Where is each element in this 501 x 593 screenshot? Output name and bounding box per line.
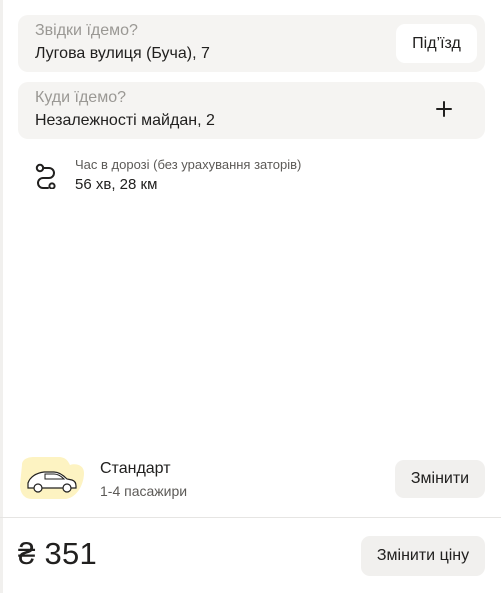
from-address-field[interactable]: Звідки їдемо? Лугова вулиця (Буча), 7 Пі…: [18, 15, 485, 72]
tariff-name: Стандарт: [100, 460, 171, 477]
route-duration-distance: 56 хв, 28 км: [75, 176, 158, 193]
tariff-passengers: 1-4 пасажири: [100, 483, 188, 499]
plus-icon: [436, 101, 452, 117]
tariff-row[interactable]: Стандарт 1-4 пасажири Змінити: [18, 455, 485, 503]
divider: [0, 517, 501, 518]
from-address-value[interactable]: Лугова вулиця (Буча), 7: [35, 45, 210, 63]
entrance-button[interactable]: Під’їзд: [396, 24, 477, 63]
change-price-button[interactable]: Змінити ціну: [361, 536, 485, 576]
to-address-value[interactable]: Незалежності майдан, 2: [35, 112, 215, 130]
panel-edge: [0, 0, 3, 593]
route-icon: [35, 163, 56, 189]
change-tariff-button[interactable]: Змінити: [395, 460, 485, 498]
from-label: Звідки їдемо?: [35, 22, 138, 39]
car-icon: [18, 455, 88, 503]
price-value: ₴ 351: [18, 536, 98, 571]
route-caption: Час в дорозі (без урахування заторів): [75, 157, 302, 172]
to-address-field[interactable]: Куди їдемо? Незалежності майдан, 2: [18, 82, 485, 139]
to-label: Куди їдемо?: [35, 89, 126, 106]
add-stop-button[interactable]: [429, 94, 459, 124]
